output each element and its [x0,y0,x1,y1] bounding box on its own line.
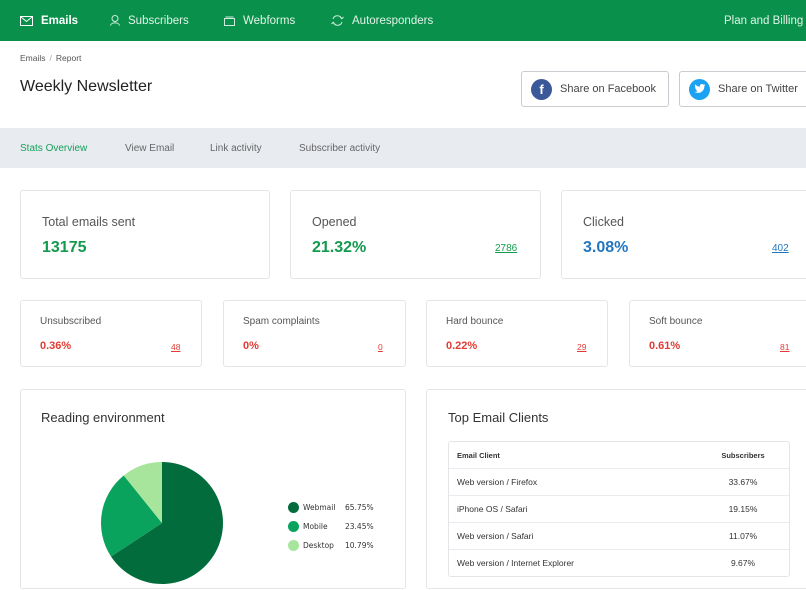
nav-item-emails[interactable]: Emails [20,0,78,41]
breadcrumb-separator: / [49,53,52,63]
stat-value: 0.61% [649,340,681,352]
chart-legend: Webmail 65.75% Mobile 23.45% Desktop 10.… [288,498,374,555]
email-clients-table: Email Client Subscribers Web version / F… [448,441,790,577]
stat-card-unsubscribed: Unsubscribed 0.36% 48 [20,300,202,367]
stat-card-hard-bounce: Hard bounce 0.22% 29 [426,300,608,367]
share-facebook-button[interactable]: f Share on Facebook [521,71,669,107]
plan-and-billing-link[interactable]: Plan and Billing [724,0,803,41]
nav-label: Autoresponders [352,14,434,27]
refresh-icon [331,15,344,26]
stat-value: 0.36% [40,340,72,352]
tab-link-activity[interactable]: Link activity [210,128,262,168]
soft-bounce-count-link[interactable]: 81 [780,342,789,352]
table-header-row: Email Client Subscribers [449,442,789,468]
column-header-email-client: Email Client [457,450,500,460]
column-header-subscribers: Subscribers [721,450,765,460]
user-icon [110,15,120,26]
stat-card-clicked: Clicked 3.08% 402 [561,190,806,279]
envelope-icon [20,15,33,26]
stat-card-opened: Opened 21.32% 2786 [290,190,541,279]
client-name: Web version / Safari [457,531,534,541]
stat-card-total-sent: Total emails sent 13175 [20,190,270,279]
table-row: iPhone OS / Safari 19.15% [449,495,789,522]
client-name: Web version / Internet Explorer [457,558,575,568]
stat-value: 3.08% [583,239,629,256]
share-facebook-label: Share on Facebook [560,83,657,95]
stat-value: 0% [243,340,259,352]
page-title: Weekly Newsletter [20,78,153,95]
opened-count-link[interactable]: 2786 [495,243,517,254]
client-subscribers: 19.15% [728,504,758,514]
legend-value: 23.45% [345,522,374,531]
legend-label: Mobile [303,522,328,531]
stat-label: Spam complaints [243,316,320,327]
form-icon [224,16,235,26]
legend-swatch [288,521,299,532]
stat-value: 21.32% [312,239,367,256]
legend-swatch [288,540,299,551]
stat-label: Clicked [583,215,624,229]
nav-item-autoresponders[interactable]: Autoresponders [331,0,433,41]
table-row: Web version / Safari 11.07% [449,522,789,549]
top-email-clients-panel: Top Email Clients Email Client Subscribe… [426,389,806,589]
nav-label: Webforms [243,14,296,27]
share-twitter-label: Share on Twitter [718,83,798,95]
nav-label: Plan and Billing [724,14,804,27]
legend-swatch [288,502,299,513]
nav-item-webforms[interactable]: Webforms [224,0,295,41]
stat-card-spam-complaints: Spam complaints 0% 0 [223,300,406,367]
nav-label: Emails [41,14,79,27]
stat-label: Unsubscribed [40,316,102,327]
client-name: iPhone OS / Safari [457,504,528,514]
legend-label: Desktop [303,541,334,550]
legend-label: Webmail [303,503,336,512]
share-twitter-button[interactable]: Share on Twitter [679,71,806,107]
tab-subscriber-activity[interactable]: Subscriber activity [299,128,380,168]
top-navigation: Emails Subscribers Webforms Autoresponde… [0,0,806,41]
legend-value: 65.75% [345,503,374,512]
clicked-count-link[interactable]: 402 [772,243,789,254]
reading-environment-panel: Reading environment Webmail 65.75% Mobil… [20,389,406,589]
stat-value: 0.22% [446,340,478,352]
client-name: Web version / Firefox [457,477,538,487]
legend-value: 10.79% [345,541,374,550]
stat-label: Soft bounce [649,316,703,327]
client-subscribers: 9.67% [730,558,756,568]
nav-label: Subscribers [128,14,189,27]
legend-item-webmail: Webmail 65.75% [288,498,374,517]
breadcrumb-item-emails[interactable]: Emails [20,53,46,63]
tab-view-email[interactable]: View Email [125,128,174,168]
stat-card-soft-bounce: Soft bounce 0.61% 81 [629,300,806,367]
nav-item-subscribers[interactable]: Subscribers [110,0,189,41]
client-subscribers: 33.67% [728,477,758,487]
stat-label: Hard bounce [446,316,504,327]
stat-value: 13175 [42,239,87,256]
unsubscribed-count-link[interactable]: 48 [171,342,180,352]
client-subscribers: 11.07% [728,531,758,541]
table-row: Web version / Firefox 33.67% [449,468,789,495]
stat-label: Total emails sent [42,215,136,229]
stat-label: Opened [312,215,357,229]
spam-count-link[interactable]: 0 [378,342,383,352]
legend-item-desktop: Desktop 10.79% [288,536,374,555]
panel-title: Top Email Clients [448,410,549,425]
twitter-icon [689,78,710,100]
legend-item-mobile: Mobile 23.45% [288,517,374,536]
table-row: Web version / Internet Explorer 9.67% [449,549,789,576]
facebook-icon: f [531,78,552,100]
report-tabs: Stats Overview View Email Link activity … [0,128,806,168]
reading-environment-pie-chart [100,462,223,584]
hard-bounce-count-link[interactable]: 29 [577,342,586,352]
tab-stats-overview[interactable]: Stats Overview [20,128,87,168]
breadcrumb: Emails / Report [20,53,81,63]
breadcrumb-item-report: Report [55,53,82,63]
